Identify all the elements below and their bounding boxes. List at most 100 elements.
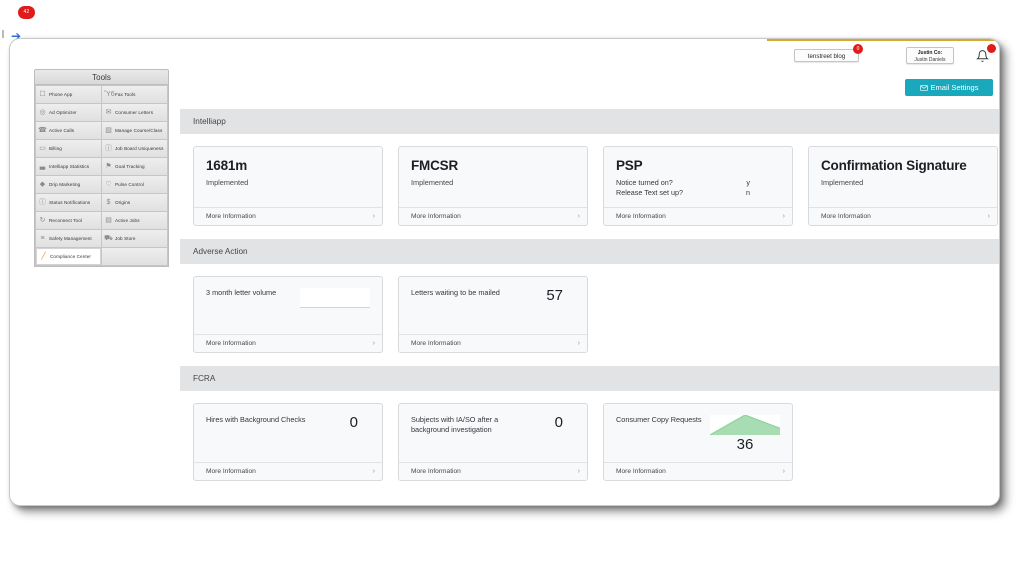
notification-count-badge[interactable]: 42 [18,6,35,19]
sidebar-item-status-notifications[interactable]: ⓘ Status Notifications [36,194,101,211]
dashboard-card[interactable]: Confirmation Signature Implemented More In… [808,146,998,226]
card-sparkline-block: 36 [710,415,780,453]
notifications-bell-button[interactable] [975,44,996,67]
sidebar-item-pulse-control[interactable]: ♡ Pulse Control [102,176,167,193]
section-header-adverse-action: Adverse Action [180,239,999,264]
sidebar-item-manage-course-class[interactable]: ▧ Manage Course/Class [102,122,167,139]
target-icon: ◎ [39,109,46,116]
card-metric-label: Hires with Background Checks [206,415,306,424]
dashboard-card[interactable]: Hires with Background Checks 0 More Inform… [193,403,383,481]
chevron-right-icon: › [782,213,785,220]
sidebar-item-safety-management[interactable]: ≡ Safety Management [36,230,101,247]
more-information-link[interactable]: More Information › [194,207,382,225]
sidebar-item-label: Drip Marketing [49,181,81,187]
sidebar-item-phone-app[interactable]: ☐ Phone App [36,86,101,103]
sidebar-item-intelliapp-statistics[interactable]: ▃ Intelliapp Statistics [36,158,101,175]
info-circle-icon: ⓘ [105,145,112,152]
sidebar-item-billing[interactable]: ▭ Billing [36,140,101,157]
card-text-block: 1681m Implemented [206,158,248,187]
card-headline: Confirmation Signature [821,158,967,173]
chevron-right-icon: › [372,213,375,220]
sidebar-item-label: Intelliapp Statistics [49,163,90,169]
card-metric-label: Consumer Copy Requests [616,415,702,424]
sidebar-item-active-calls[interactable]: ☎ Active Calls [36,122,101,139]
card-body: PSP Notice turned on? y Release Text set up… [604,147,792,207]
card-row: Hires with Background Checks 0 More Inform… [180,403,999,481]
dashboard-card[interactable]: Consumer Copy Requests 36 More Information… [603,403,793,481]
email-settings-button[interactable]: Email Settings [905,79,993,96]
user-account-chip[interactable]: Justin Co: Justin Daniels [906,47,954,64]
dashboard-card[interactable]: PSP Notice turned on? y Release Text set up… [603,146,793,226]
card-keyvalue-value: y [746,178,750,187]
heart-icon: ♡ [105,181,112,188]
card-keyvalue-value: n [746,188,750,197]
sparkline-chart [300,288,370,308]
more-information-label: More Information [411,468,461,475]
more-information-label: More Information [411,340,461,347]
chevron-right-icon: › [372,468,375,475]
more-information-link[interactable]: More Information › [604,462,792,480]
more-information-label: More Information [821,213,871,220]
card-text-block: PSP Notice turned on? y Release Text set up… [616,158,780,198]
card-keyvalue-list: Notice turned on? y Release Text set up? n [616,178,780,198]
more-information-label: More Information [411,213,461,220]
cart-icon: ⛟ [104,235,113,242]
sparkline-container [300,288,370,308]
sidebar-item-label: Active Jobs [115,217,140,223]
sidebar-item-label: Job Board Uniqueness [115,145,164,151]
sidebar-item-ad-optimizer[interactable]: ◎ Ad Optimizer [36,104,101,121]
sidebar-item-label: Phone App [49,91,73,97]
sidebar-item-label: Goal Tracking [115,163,145,169]
sidebar-item-fax-tools[interactable]: Ὓ6 Fax Tools [102,86,167,103]
pencil-icon: ╱ [41,253,46,260]
dashboard-content[interactable]: Intelliapp 1681m Implemented More Informati… [180,109,999,505]
card-headline: 1681m [206,158,248,173]
section-header-intelliapp: Intelliapp [180,109,999,134]
sidebar-item-job-board-uniqueness[interactable]: ⓘ Job Board Uniqueness [102,140,167,157]
more-information-link[interactable]: More Information › [809,207,997,225]
sidebar-item-reconnect-tool[interactable]: ↻ Reconnect Tool [36,212,101,229]
tools-grid: ☐ Phone App Ὓ6 Fax Tools ◎ Ad Optimizer ✉ Consu… [34,85,169,267]
dashboard-card[interactable]: FMCSR Implemented More Information › [398,146,588,226]
sidebar-item-consumer-letters[interactable]: ✉ Consumer Letters [102,104,167,121]
sidebar-item-label: Active Calls [49,127,75,133]
more-information-link[interactable]: More Information › [194,334,382,352]
sidebar-item-active-jobs[interactable]: ▤ Active Jobs [102,212,167,229]
sidebar-filler-cell [102,248,167,265]
more-information-link[interactable]: More Information › [399,462,587,480]
dashboard-card[interactable]: Subjects with IA/SO after a background i… [398,403,588,481]
user-company-label: Justin Co: [917,50,943,56]
dashboard-card[interactable]: Letters waiting to be mailed 57 More Infor… [398,276,588,353]
chevron-right-icon: › [577,340,580,347]
more-information-label: More Information [616,468,666,475]
more-information-label: More Information [616,213,666,220]
more-information-link[interactable]: More Information › [399,334,587,352]
card-body: Letters waiting to be mailed 57 [399,277,587,334]
sidebar-item-compliance-center[interactable]: ╱ Compliance Center [36,248,101,265]
card-row: 1681m Implemented More Information › FMCSR Im… [180,146,999,226]
sidebar-item-drip-marketing[interactable]: ◆ Drip Marketing [36,176,101,193]
dashboard-card[interactable]: 3 month letter volume More Information › [193,276,383,353]
card-body: 1681m Implemented [194,147,382,207]
dashboard-card[interactable]: 1681m Implemented More Information › [193,146,383,226]
sidebar-item-label: Reconnect Tool [49,217,82,223]
window-edge-tick [2,30,4,38]
card-row: 3 month letter volume More Information › Le… [180,276,999,353]
card-metric-label: Subjects with IA/SO after a background i… [411,415,499,434]
sparkline-container [710,415,780,435]
more-information-link[interactable]: More Information › [604,207,792,225]
more-information-label: More Information [206,468,256,475]
refresh-icon: ↻ [39,217,46,224]
more-information-link[interactable]: More Information › [194,462,382,480]
sidebar-item-job-store[interactable]: ⛟ Job Store [102,230,167,247]
envelope-icon: ✉ [105,109,112,116]
sidebar-item-origins[interactable]: $ Origins [102,194,167,211]
blog-notification-badge[interactable]: 0 [853,44,863,54]
card-body: Hires with Background Checks 0 [194,404,382,462]
bar-chart-icon: ▃ [39,163,46,170]
more-information-link[interactable]: More Information › [399,207,587,225]
sidebar-item-goal-tracking[interactable]: ⚑ Goal Tracking [102,158,167,175]
tenstreet-blog-link[interactable]: tenstreet blog [794,49,859,62]
tools-panel-title: Tools [34,69,169,85]
document-icon: ▧ [105,127,112,134]
